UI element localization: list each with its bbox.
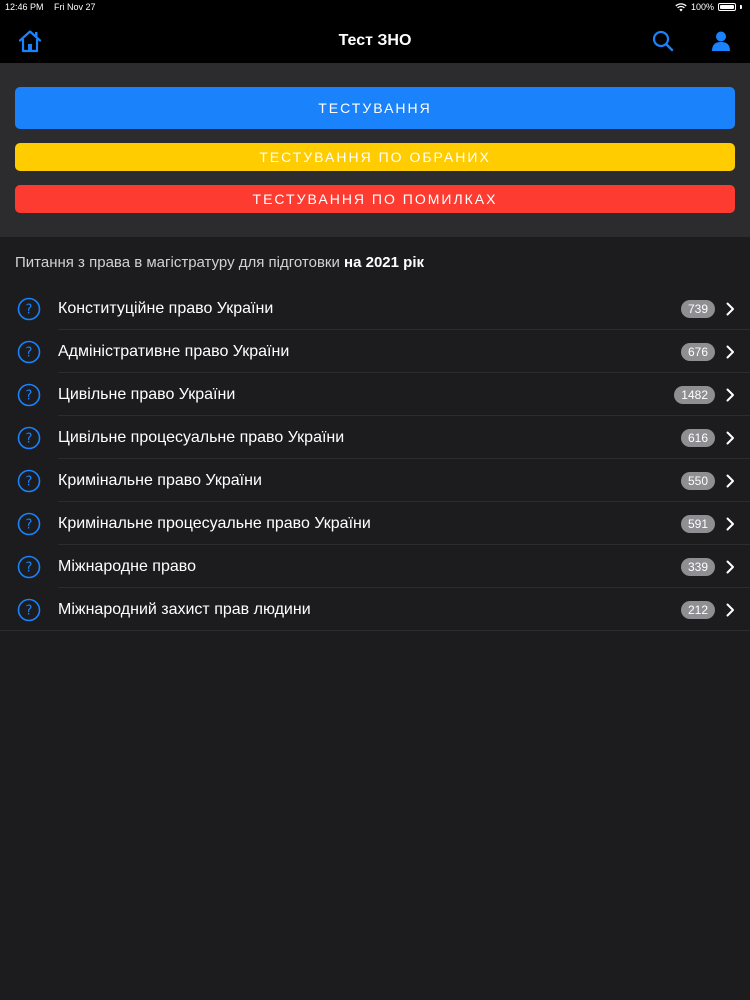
list-item-administrative[interactable]: ? Адміністративне право України 676: [0, 330, 750, 373]
list-item-label: Конституційне право України: [58, 300, 274, 317]
list-item-civil-procedural[interactable]: ? Цивільне процесуальне право України 61…: [0, 416, 750, 459]
search-icon[interactable]: [650, 28, 676, 54]
list-item-label: Цивільне право України: [58, 386, 236, 403]
list-item-label: Адміністративне право України: [58, 343, 290, 360]
count-badge: 550: [680, 472, 715, 490]
chevron-right-icon: [726, 474, 734, 488]
testing-errors-button[interactable]: ТЕСТУВАННЯ ПО ПОМИЛКАХ: [15, 185, 735, 213]
wifi-icon: [675, 2, 687, 11]
count-badge: 616: [680, 429, 715, 447]
battery-icon: [718, 3, 736, 11]
chevron-right-icon: [726, 345, 734, 359]
count-badge: 212: [680, 601, 715, 619]
question-circle-icon: ?: [17, 598, 41, 622]
question-circle-icon: ?: [17, 297, 41, 321]
list-item-civil[interactable]: ? Цивільне право України 1482: [0, 373, 750, 416]
svg-text:?: ?: [26, 475, 33, 490]
section-header: Питання з права в магістратуру для підго…: [15, 254, 424, 271]
chevron-right-icon: [726, 388, 734, 402]
section-header-year: на 2021 рік: [344, 254, 424, 271]
list-item-criminal-procedural[interactable]: ? Кримінальне процесуальне право України…: [0, 502, 750, 545]
chevron-right-icon: [726, 517, 734, 531]
chevron-right-icon: [726, 603, 734, 617]
list-item-label: Міжнародний захист прав людини: [58, 601, 311, 618]
list-item-label: Міжнародне право: [58, 558, 196, 575]
svg-text:?: ?: [26, 561, 33, 576]
count-badge: 339: [680, 558, 715, 576]
chevron-right-icon: [726, 302, 734, 316]
question-circle-icon: ?: [17, 512, 41, 536]
list-item-human-rights[interactable]: ? Міжнародний захист прав людини 212: [0, 588, 750, 631]
test-buttons-panel: ТЕСТУВАННЯ ТЕСТУВАННЯ ПО ОБРАНИХ ТЕСТУВА…: [0, 63, 750, 237]
list-item-label: Кримінальне право України: [58, 472, 262, 489]
count-badge: 1482: [674, 386, 715, 404]
page-title: Тест ЗНО: [338, 32, 412, 49]
question-circle-icon: ?: [17, 469, 41, 493]
battery-cap: [740, 5, 742, 9]
list-item-international[interactable]: ? Міжнародне право 339: [0, 545, 750, 588]
question-circle-icon: ?: [17, 426, 41, 450]
count-badge: 739: [680, 300, 715, 318]
svg-text:?: ?: [26, 303, 33, 318]
battery-percent: 100%: [690, 2, 714, 12]
count-badge: 591: [680, 515, 715, 533]
svg-text:?: ?: [26, 604, 33, 619]
svg-text:?: ?: [26, 389, 33, 404]
user-icon[interactable]: [708, 28, 734, 54]
svg-text:?: ?: [26, 432, 33, 447]
question-circle-icon: ?: [17, 555, 41, 579]
topics-list: ? Конституційне право України 739 ? Адмі…: [0, 287, 750, 631]
navbar: Тест ЗНО: [0, 14, 750, 63]
list-item-label: Кримінальне процесуальне право України: [58, 515, 371, 532]
section-header-text: Питання з права в магістратуру для підго…: [15, 254, 345, 271]
count-badge: 676: [680, 343, 715, 361]
status-bar: 12:46 PM Fri Nov 27 100%: [0, 0, 750, 14]
status-date: Fri Nov 27: [54, 2, 96, 12]
list-item-criminal[interactable]: ? Кримінальне право України 550: [0, 459, 750, 502]
status-time: 12:46 PM: [5, 2, 44, 12]
list-item-constitutional[interactable]: ? Конституційне право України 739: [0, 287, 750, 330]
testing-favorites-button[interactable]: ТЕСТУВАННЯ ПО ОБРАНИХ: [15, 143, 735, 171]
svg-text:?: ?: [26, 346, 33, 361]
question-circle-icon: ?: [17, 383, 41, 407]
svg-text:?: ?: [26, 518, 33, 533]
list-item-label: Цивільне процесуальне право України: [58, 429, 345, 446]
chevron-right-icon: [726, 560, 734, 574]
chevron-right-icon: [726, 431, 734, 445]
question-circle-icon: ?: [17, 340, 41, 364]
testing-button[interactable]: ТЕСТУВАННЯ: [15, 87, 735, 129]
